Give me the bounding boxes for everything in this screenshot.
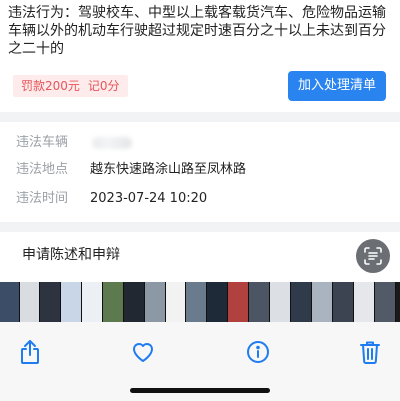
live-text-icon[interactable] bbox=[356, 239, 390, 273]
fine-badge: 罚款200元 记0分 bbox=[13, 75, 128, 97]
photo-thumbnail[interactable] bbox=[228, 282, 249, 322]
location-row: 违法地点 越东快速路涂山路至凤林路 bbox=[16, 161, 246, 179]
vehicle-row: 违法车辆 bbox=[16, 134, 132, 152]
trash-icon[interactable] bbox=[357, 339, 383, 365]
photo-thumbnail-strip[interactable] bbox=[0, 282, 400, 322]
photo-thumbnail[interactable] bbox=[166, 282, 186, 322]
photo-thumbnail[interactable] bbox=[20, 282, 40, 322]
photo-thumbnail[interactable] bbox=[145, 282, 166, 322]
photo-thumbnail[interactable] bbox=[186, 282, 207, 322]
info-icon[interactable] bbox=[245, 339, 271, 365]
violation-description: 违法行为：驾驶校车、中型以上载客载货汽车、危险物品运输车辆以外的机动车行驶超过规… bbox=[8, 5, 386, 57]
vehicle-label: 违法车辆 bbox=[16, 135, 69, 150]
photo-thumbnail[interactable] bbox=[249, 282, 270, 322]
photo-thumbnail[interactable] bbox=[40, 282, 61, 322]
photo-thumbnail[interactable] bbox=[270, 282, 291, 322]
points-deducted: 记0分 bbox=[87, 79, 120, 93]
photo-thumbnail[interactable] bbox=[0, 282, 20, 322]
photo-thumbnail[interactable] bbox=[312, 282, 333, 322]
photo-thumbnail[interactable] bbox=[333, 282, 354, 322]
time-value: 2023-07-24 10:20 bbox=[90, 191, 208, 206]
photo-toolbar bbox=[0, 322, 400, 401]
photo-thumbnail[interactable] bbox=[291, 282, 312, 322]
share-icon[interactable] bbox=[17, 339, 43, 365]
photo-thumbnail[interactable] bbox=[103, 282, 124, 322]
location-label: 违法地点 bbox=[16, 162, 69, 177]
violation-card: 违法行为：驾驶校车、中型以上载客载货汽车、危险物品运输车辆以外的机动车行驶超过规… bbox=[0, 0, 400, 112]
add-to-list-button[interactable]: 加入处理清单 bbox=[288, 71, 386, 101]
photo-thumbnail[interactable] bbox=[124, 282, 145, 322]
appeal-title[interactable]: 申请陈述和申辩 bbox=[22, 244, 120, 264]
photo-thumbnail[interactable] bbox=[82, 282, 103, 322]
photo-thumbnail[interactable] bbox=[61, 282, 82, 322]
time-row: 违法时间 2023-07-24 10:20 bbox=[16, 190, 207, 208]
blurred-plate bbox=[92, 136, 132, 149]
location-value: 越东快速路涂山路至凤林路 bbox=[90, 162, 247, 177]
photo-thumbnail[interactable] bbox=[354, 282, 375, 322]
time-label: 违法时间 bbox=[16, 191, 69, 206]
section-divider bbox=[0, 112, 400, 122]
home-indicator bbox=[130, 388, 270, 393]
photo-thumbnail[interactable] bbox=[207, 282, 228, 322]
section-divider bbox=[0, 222, 400, 232]
fine-amount: 罚款200元 bbox=[21, 79, 80, 93]
appeal-section[interactable]: 申请陈述和申辩 bbox=[0, 232, 400, 282]
violation-details: 违法车辆 违法地点 越东快速路涂山路至凤林路 违法时间 2023-07-24 10:… bbox=[0, 122, 400, 222]
photo-thumbnail[interactable] bbox=[375, 282, 396, 322]
heart-icon[interactable] bbox=[130, 339, 156, 365]
